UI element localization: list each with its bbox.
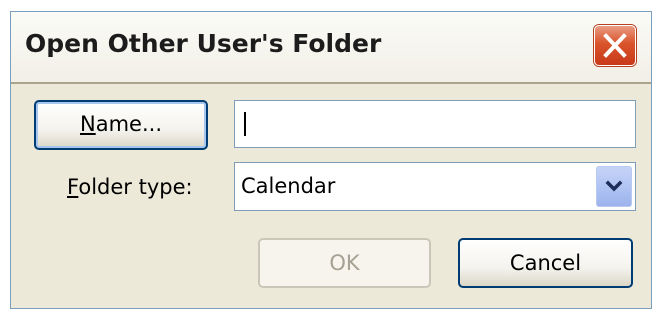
name-button[interactable]: Name... xyxy=(34,100,208,150)
close-button[interactable] xyxy=(594,25,636,66)
name-input[interactable] xyxy=(234,100,636,148)
title-bar: Open Other User's Folder xyxy=(11,12,651,82)
folder-type-label-text: older type: xyxy=(78,175,193,199)
close-icon xyxy=(603,33,627,58)
folder-type-label: Folder type: xyxy=(67,175,193,199)
cancel-button[interactable]: Cancel xyxy=(458,238,633,288)
name-button-mnemonic: N xyxy=(80,112,96,136)
title-separator xyxy=(11,82,651,84)
folder-type-select[interactable]: Calendar xyxy=(234,162,636,211)
folder-type-value: Calendar xyxy=(241,174,336,198)
dropdown-button[interactable] xyxy=(596,166,632,207)
ok-button[interactable]: OK xyxy=(258,238,431,288)
text-caret xyxy=(244,112,246,136)
folder-type-mnemonic: F xyxy=(67,175,79,199)
dialog-title: Open Other User's Folder xyxy=(25,29,382,58)
chevron-down-icon xyxy=(605,180,623,192)
dialog-window: Open Other User's Folder Name... Folder … xyxy=(10,11,652,309)
name-button-label: ame... xyxy=(95,112,162,136)
